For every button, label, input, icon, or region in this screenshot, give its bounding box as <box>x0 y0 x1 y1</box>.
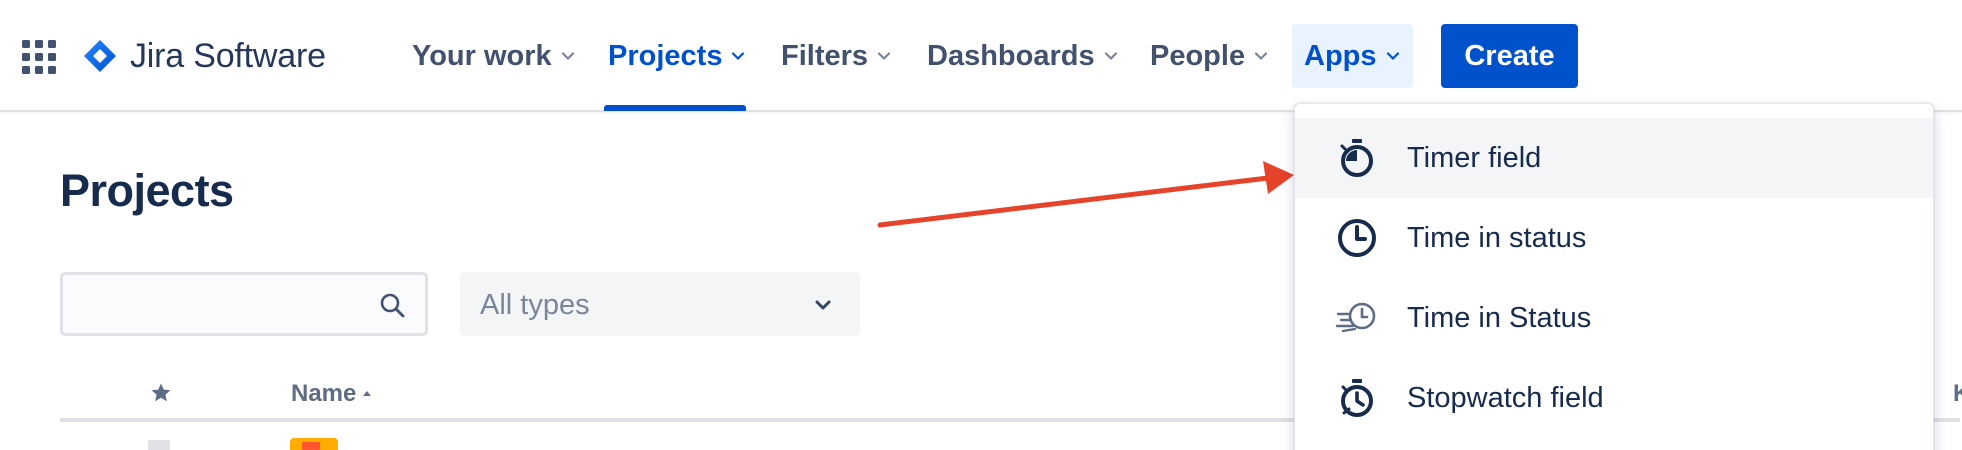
nav-dashboards-label: Dashboards <box>927 39 1095 72</box>
logo-text: Jira Software <box>130 36 326 75</box>
jira-diamond-icon <box>84 40 116 72</box>
project-type-select[interactable]: All types <box>460 272 860 336</box>
jira-logo[interactable]: Jira Software <box>82 34 326 78</box>
menu-item-time-in-status[interactable]: Time in status <box>1295 198 1933 278</box>
menu-item-label: Time in Status <box>1407 301 1592 334</box>
clock-icon <box>1338 219 1376 257</box>
name-column-header[interactable]: Name <box>291 380 374 408</box>
name-column-label: Name <box>291 380 357 407</box>
nav-apps[interactable]: Apps <box>1292 24 1413 88</box>
chevron-down-icon <box>732 52 745 61</box>
chevron-down-icon <box>1104 52 1117 61</box>
project-search-field[interactable] <box>60 272 428 336</box>
menu-item-label: Time in status <box>1407 221 1587 254</box>
row-star-icon[interactable] <box>148 440 170 450</box>
nav-people-label: People <box>1150 39 1246 72</box>
sort-ascending-icon <box>363 391 372 396</box>
nav-apps-label: Apps <box>1304 39 1377 72</box>
fast-clock-icon <box>1335 302 1376 333</box>
stopwatch-icon <box>1341 379 1373 417</box>
nav-people[interactable]: People <box>1144 24 1275 88</box>
nav-your-work-label: Your work <box>412 39 552 72</box>
menu-item-timer-field[interactable]: Timer field <box>1295 118 1933 198</box>
search-input[interactable] <box>75 285 375 325</box>
star-icon[interactable] <box>150 382 172 404</box>
chevron-down-icon <box>877 52 891 61</box>
page-title: Projects <box>60 165 234 216</box>
type-select-value: All types <box>480 289 590 321</box>
active-nav-indicator <box>604 105 746 111</box>
search-icon <box>380 293 405 318</box>
nav-projects-label: Projects <box>608 39 723 72</box>
nav-dashboards[interactable]: Dashboards <box>921 24 1125 88</box>
nav-projects[interactable]: Projects <box>602 24 752 88</box>
app-switcher-icon[interactable] <box>22 40 56 74</box>
nav-filters[interactable]: Filters <box>775 24 898 88</box>
project-avatar <box>290 438 338 450</box>
menu-item-label: Timer field <box>1407 141 1542 174</box>
chevron-down-icon <box>815 300 831 310</box>
menu-item-label: Stopwatch field <box>1407 381 1604 414</box>
nav-your-work[interactable]: Your work <box>406 24 582 88</box>
nav-filters-label: Filters <box>781 39 869 72</box>
timer-icon <box>1340 139 1373 177</box>
top-navigation: Jira Software Your work Projects Filters… <box>0 0 1962 112</box>
menu-item-stopwatch-field[interactable]: Stopwatch field <box>1295 358 1933 438</box>
key-column-header[interactable]: K <box>1953 380 1962 408</box>
chevron-down-icon <box>1386 52 1399 61</box>
chevron-down-icon <box>561 52 574 61</box>
create-button[interactable]: Create <box>1441 24 1578 88</box>
chevron-down-icon <box>1254 52 1268 61</box>
apps-dropdown-menu: Timer field Time in status Time in Statu… <box>1294 103 1934 450</box>
menu-item-time-in-status-2[interactable]: Time in Status <box>1295 278 1933 358</box>
